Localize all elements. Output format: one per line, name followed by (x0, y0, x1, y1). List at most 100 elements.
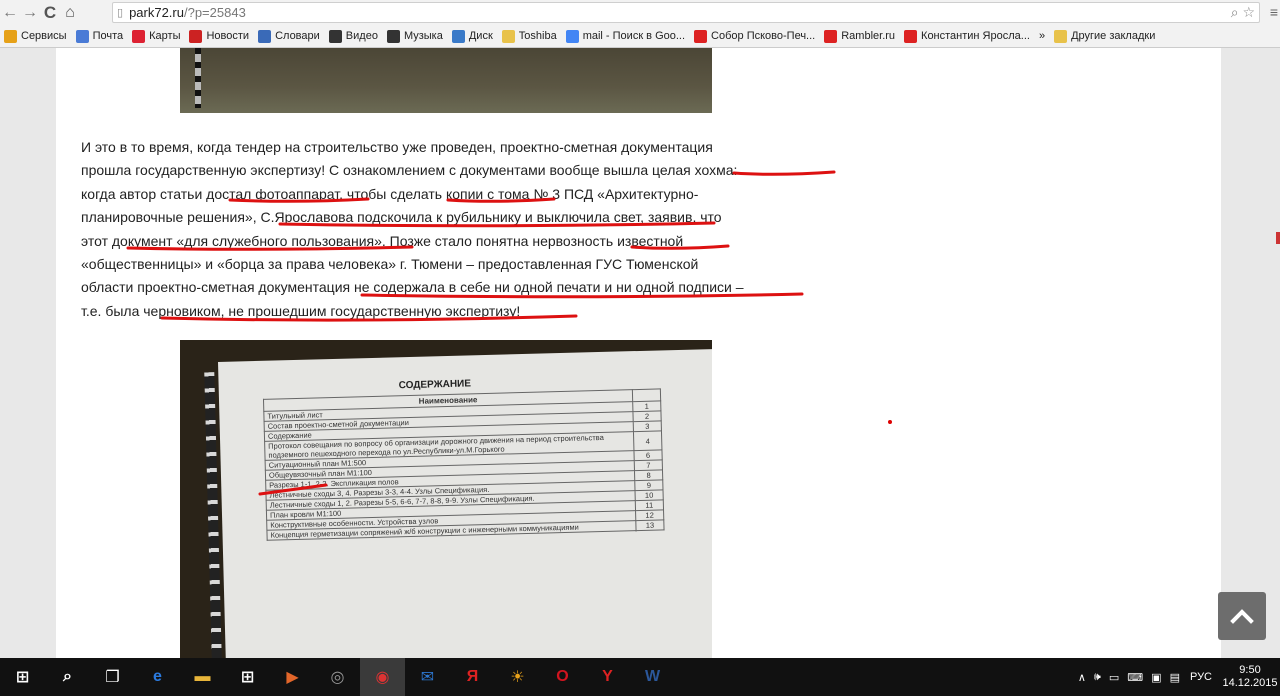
bookmark-item[interactable]: Почта (75, 29, 123, 43)
article-line: планировочные решения», С.Ярославова под… (81, 209, 722, 226)
bookmarks-bar: Сервисы Почта Карты Новости Словари Видео Музы… (0, 25, 1280, 48)
task-view-icon: ❐ (105, 669, 120, 686)
bookmark-item[interactable]: Словари (258, 29, 320, 43)
bookmark-item[interactable]: Сервисы (4, 29, 67, 43)
article-line: когда автор статьи достал фотоаппарат, ч… (81, 185, 699, 202)
bookmark-item[interactable]: Карты (132, 29, 181, 43)
clock[interactable]: 9:50 14.12.2015 (1220, 664, 1280, 690)
folder-icon (501, 29, 515, 43)
clock-date: 14.12.2015 (1222, 677, 1278, 689)
taskbar-button[interactable]: e (135, 658, 180, 696)
red-underline-annotation (258, 483, 328, 496)
bookmark-item[interactable]: Toshiba (501, 29, 557, 43)
bookmark-label: Карты (149, 30, 181, 42)
yandex-browser-icon: Y (602, 668, 613, 685)
system-tray: ∧ 🕪 ▭ ⌨ ▣ ▤ РУС 9:50 14.12.2015 (1078, 658, 1280, 696)
bookmark-label: Константин Яросла... (921, 30, 1030, 42)
clock-time: 9:50 (1239, 664, 1261, 676)
news-icon (189, 29, 203, 43)
media-player-icon: ▶ (286, 669, 299, 686)
bookmark-label: Сервисы (21, 30, 67, 42)
bookmark-item[interactable]: Rambler.ru (824, 29, 896, 43)
disk-icon (451, 29, 465, 43)
bookmark-label: Новости (206, 30, 250, 42)
edge-icon: e (153, 668, 162, 685)
home-icon[interactable]: ⌂ (60, 3, 80, 23)
menu-icon[interactable]: ≡ (1270, 4, 1278, 20)
yandex-icon (904, 29, 918, 43)
tray-up-arrow-icon[interactable]: ∧ (1078, 671, 1086, 684)
bookmark-item[interactable]: Видео (328, 29, 378, 43)
store-icon: ⊞ (240, 669, 255, 686)
taskbar-button[interactable]: W (630, 658, 675, 696)
url-text: park72.ru/?p=25843 (129, 5, 246, 20)
network-icon[interactable]: ▭ (1109, 671, 1119, 684)
taskbar-button[interactable]: ⌕ (45, 658, 90, 696)
reload-icon[interactable]: C (40, 3, 60, 23)
dictionary-icon (258, 29, 272, 43)
volume-icon[interactable]: 🕪 (1094, 671, 1101, 684)
taskbar-button[interactable]: Y (585, 658, 630, 696)
keyboard-icon[interactable]: ⌨ (1127, 671, 1143, 684)
taskbar-button[interactable]: ▶ (270, 658, 315, 696)
yandex-icon (694, 29, 708, 43)
scroll-marker (1276, 232, 1280, 244)
bookmark-item[interactable]: Другие закладки (1054, 29, 1156, 43)
taskbar-button[interactable]: ⊞ (225, 658, 270, 696)
taskbar-button[interactable]: ✉ (405, 658, 450, 696)
scroll-to-top-button[interactable] (1218, 592, 1266, 640)
taskbar-button[interactable]: ▬ (180, 658, 225, 696)
bookmark-item[interactable]: mail - Поиск в Goo... (565, 29, 686, 43)
apps-grid-icon (4, 29, 17, 43)
language-indicator[interactable]: РУС (1190, 671, 1212, 683)
bookmark-item[interactable]: Диск (451, 29, 493, 43)
bookmark-label: Rambler.ru (841, 30, 896, 42)
bookmark-label: Собор Псково-Печ... (711, 30, 816, 42)
bookmark-label: mail - Поиск в Goo... (582, 30, 686, 42)
file-explorer-icon: ▬ (194, 668, 211, 685)
yandex-icon (824, 29, 838, 43)
taskbar-button[interactable]: ◎ (315, 658, 360, 696)
bookmark-label: Другие закладки (1071, 30, 1156, 42)
address-bar[interactable]: ▯ park72.ru/?p=25843 ⌕ ☆ (112, 2, 1260, 23)
notification-icon[interactable]: ▤ (1170, 671, 1180, 684)
bookmark-item[interactable]: Константин Яросла... (904, 29, 1030, 43)
map-pin-icon (132, 29, 146, 43)
bookmark-item[interactable]: Музыка (386, 29, 443, 43)
bookmark-item[interactable]: » (1039, 30, 1045, 42)
video-play-icon (328, 29, 342, 43)
article-line: «общественницы» и «борца за права челове… (81, 256, 699, 273)
opera-icon: O (556, 668, 569, 685)
forward-icon[interactable]: → (20, 3, 40, 23)
article-line: этот документ «для служебного пользовани… (81, 232, 684, 249)
display-icon[interactable]: ▣ (1151, 671, 1161, 684)
browser-toolbar: ← → C ⌂ ▯ park72.ru/?p=25843 ⌕ ☆ ≡ (0, 0, 1280, 25)
taskbar-button[interactable]: Я (450, 658, 495, 696)
article-line: И это в то время, когда тендер на строит… (81, 139, 713, 155)
word-icon: W (644, 668, 661, 685)
bookmark-item[interactable]: Собор Псково-Печ... (694, 29, 816, 43)
bookmark-label: Музыка (403, 30, 443, 42)
mail-icon (75, 29, 89, 43)
page-content: И это в то время, когда тендер на строит… (56, 48, 1221, 658)
article-line: области проектно-сметная документация не… (81, 279, 744, 296)
bookmark-item[interactable]: Новости (189, 29, 250, 43)
taskbar-button[interactable]: O (540, 658, 585, 696)
sun-app-icon: ☀ (510, 669, 525, 686)
chrome-icon: ◉ (375, 669, 390, 686)
article-text: И это в то время, когда тендер на строит… (81, 136, 812, 323)
taskbar-button[interactable]: ◉ (360, 658, 405, 696)
document-photo-top (180, 48, 712, 113)
search-icon: ⌕ (63, 668, 72, 685)
bookmark-label: Диск (468, 30, 493, 42)
bookmark-star-icon[interactable]: ⌕ ☆ (1231, 4, 1255, 21)
back-icon[interactable]: ← (0, 3, 20, 23)
article-line: т.е. была черновиком, не прошедшим госуд… (81, 302, 521, 319)
folder-icon (1054, 29, 1068, 43)
taskbar-button[interactable]: ❐ (90, 658, 135, 696)
windows-taskbar: ⊞ ⌕ ❐ e ▬ ⊞ ▶ ◎ ◉ ✉ Я ☀ O Y W ∧ 🕪 ▭ ⌨ ▣ ▤ РУС 9:50 14.… (0, 658, 1280, 696)
taskbar-button[interactable]: ☀ (495, 658, 540, 696)
document-photo: СОДЕРЖАНИЕ Наименование Титульный лист 1 С… (180, 340, 712, 658)
taskbar-button[interactable]: ⊞ (0, 658, 45, 696)
chevron-up-icon (1230, 609, 1254, 624)
